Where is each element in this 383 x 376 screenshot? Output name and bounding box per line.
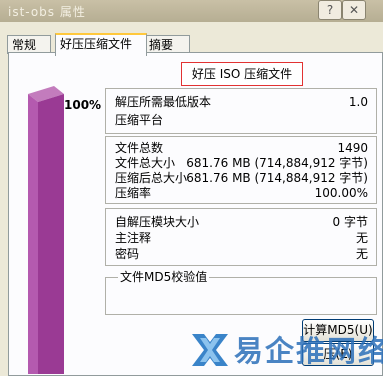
packed-size-label: 压缩后总大小: [115, 171, 188, 185]
ratio-value: 100.00%: [314, 186, 368, 200]
password-label: 密码: [115, 247, 140, 261]
comment-label: 主注释: [115, 231, 152, 245]
watermark-emblem-icon: [192, 334, 228, 366]
window-title: ist-obs 属性: [8, 5, 86, 19]
ratio-bar-side: [28, 94, 38, 374]
sfx-group: 自解压模块大小 0 字节 主注释无 密码无: [105, 208, 377, 266]
min-version-label: 解压所需最低版本: [115, 95, 212, 109]
md5-group: 文件MD5校验值: [105, 270, 377, 315]
file-count-value: 1490: [337, 141, 368, 155]
stats-group: 文件总数 1490 文件总大小 681.76 MB (714,884,912 字节)…: [105, 136, 377, 204]
title-bar: ist-obs 属性 ? ✕: [0, 0, 383, 22]
ratio-percent-label: 100%: [64, 98, 102, 112]
password-value: 无: [355, 247, 368, 261]
total-size-value: 681.76 MB (714,884,912 字节): [186, 156, 368, 170]
compression-ratio-bar: [28, 86, 64, 374]
sfx-size-label: 自解压模块大小: [115, 215, 200, 229]
file-count-label: 文件总数: [115, 141, 164, 155]
packed-size-value: 681.76 MB (714,884,912 字节): [186, 171, 368, 185]
platform-label: 压缩平台: [115, 113, 164, 127]
min-version-value: 1.0: [348, 95, 368, 109]
comment-value: 无: [355, 231, 368, 245]
watermark-logo: 易企推网络: [192, 334, 383, 368]
tab-archive[interactable]: 好压压缩文件: [55, 33, 147, 56]
archive-type-heading: 好压 ISO 压缩文件: [181, 62, 303, 86]
md5-group-legend: 文件MD5校验值: [118, 270, 210, 284]
help-button[interactable]: ?: [318, 0, 342, 20]
watermark-text: 易企推网络: [234, 334, 383, 368]
ratio-label: 压缩率: [115, 186, 152, 200]
ratio-bar-front: [38, 94, 64, 374]
sfx-size-value: 0 字节: [332, 215, 368, 229]
total-size-label: 文件总大小: [115, 156, 176, 170]
close-button[interactable]: ✕: [342, 0, 366, 20]
version-group: 解压所需最低版本 1.0 压缩平台: [105, 88, 377, 134]
